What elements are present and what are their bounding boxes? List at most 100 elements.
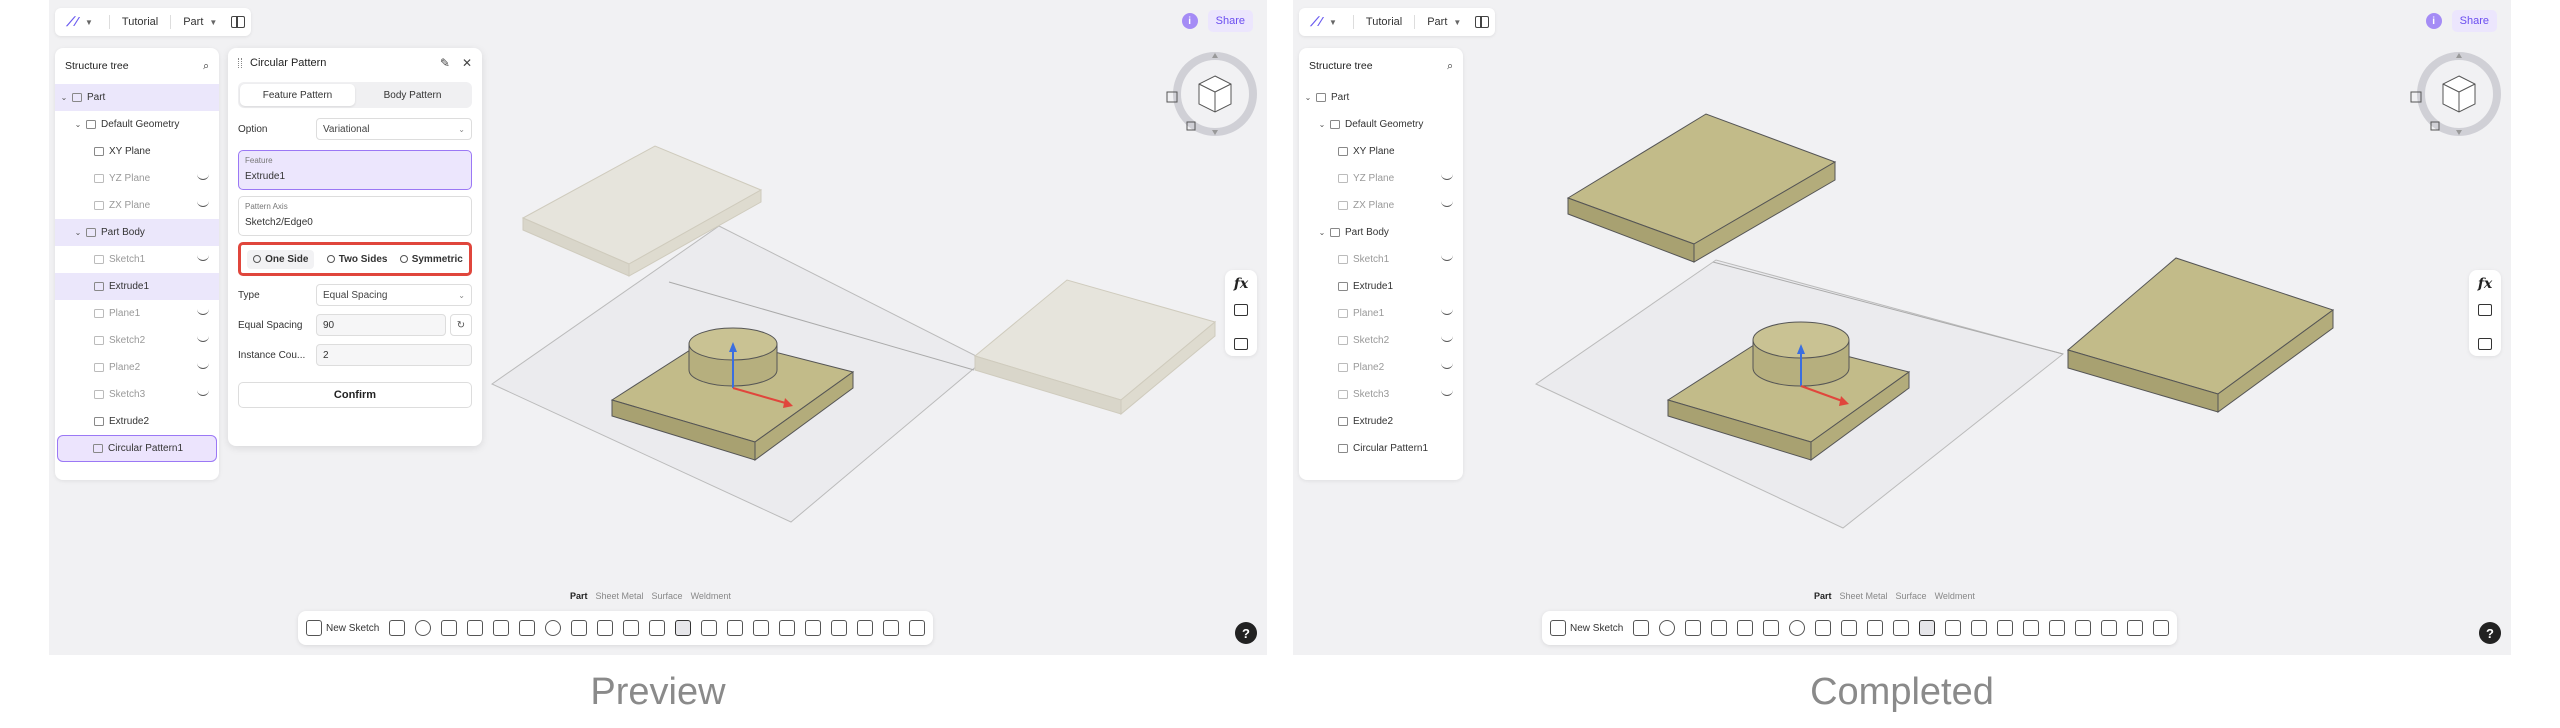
part-menu[interactable]: Part xyxy=(1427,16,1447,28)
reverse-direction-icon[interactable]: ↻ xyxy=(450,314,472,336)
chevron-down-icon[interactable]: ⌄ xyxy=(1317,120,1327,129)
render-tool-icon[interactable] xyxy=(909,620,926,636)
tree-item-plane1[interactable]: Plane1 xyxy=(1299,300,1463,327)
chevron-down-icon[interactable]: ▼ xyxy=(1329,18,1337,27)
rib-tool-icon[interactable] xyxy=(493,620,510,636)
tree-item-sketch3[interactable]: Sketch3 xyxy=(1299,381,1463,408)
circular-pattern-tool-icon[interactable] xyxy=(675,620,692,636)
linear-pattern-tool-icon[interactable] xyxy=(1945,620,1962,636)
thicken-tool-icon[interactable] xyxy=(831,620,848,636)
loft-tool-icon[interactable] xyxy=(1711,620,1728,636)
move-body-tool-icon[interactable] xyxy=(2023,620,2040,636)
tree-item-yz-plane[interactable]: YZ Plane xyxy=(1299,165,1463,192)
sidebar-toggle-icon[interactable] xyxy=(1475,16,1490,28)
hidden-eye-icon[interactable] xyxy=(1441,309,1453,315)
tree-item-part[interactable]: ⌄ Part xyxy=(1299,84,1463,111)
tree-item-zx-plane[interactable]: ZX Plane xyxy=(55,192,219,219)
hidden-eye-icon[interactable] xyxy=(197,363,209,369)
two-sides-option[interactable]: Two Sides xyxy=(326,254,387,265)
mode-tab-weldment[interactable]: Weldment xyxy=(691,591,731,601)
help-button[interactable]: ? xyxy=(1235,622,1257,644)
hidden-eye-icon[interactable] xyxy=(197,309,209,315)
tree-item-part[interactable]: ⌄ Part xyxy=(55,84,219,111)
hidden-eye-icon[interactable] xyxy=(1441,255,1453,261)
symmetric-option[interactable]: Symmetric xyxy=(399,254,463,265)
fillet-tool-icon[interactable] xyxy=(545,620,562,636)
chevron-down-icon[interactable]: ▼ xyxy=(1453,18,1461,27)
feature-field[interactable]: Feature Extrude1 xyxy=(238,150,472,190)
chevron-down-icon[interactable]: ⌄ xyxy=(59,93,69,102)
tree-item-extrude1[interactable]: Extrude1 xyxy=(1299,273,1463,300)
search-icon[interactable]: ⌕ xyxy=(1447,60,1453,73)
tree-item-xy-plane[interactable]: XY Plane xyxy=(55,138,219,165)
close-icon[interactable]: ✕ xyxy=(462,56,472,70)
view-cube[interactable] xyxy=(2409,48,2501,140)
hidden-eye-icon[interactable] xyxy=(1441,336,1453,342)
tree-item-default-geometry[interactable]: ⌄ Default Geometry xyxy=(55,111,219,138)
tree-item-part-body[interactable]: ⌄ Part Body xyxy=(55,219,219,246)
tree-item-sketch1[interactable]: Sketch1 xyxy=(55,246,219,273)
mode-tab-weldment[interactable]: Weldment xyxy=(1935,591,1975,601)
move-body-tool-icon[interactable] xyxy=(779,620,796,636)
share-button[interactable]: Share xyxy=(1207,10,1253,32)
option-select[interactable]: Variational ⌄ xyxy=(316,118,472,140)
tab-body-pattern[interactable]: Body Pattern xyxy=(355,84,470,106)
tree-item-yz-plane[interactable]: YZ Plane xyxy=(55,165,219,192)
sweep-tool-icon[interactable] xyxy=(1685,620,1702,636)
search-icon[interactable]: ⌕ xyxy=(203,60,209,73)
pin-icon[interactable]: ✎ xyxy=(440,56,450,70)
hidden-eye-icon[interactable] xyxy=(197,255,209,261)
shell-tool-icon[interactable] xyxy=(623,620,640,636)
shell-tool-icon[interactable] xyxy=(1867,620,1884,636)
tree-item-xy-plane[interactable]: XY Plane xyxy=(1299,138,1463,165)
info-icon[interactable]: i xyxy=(1181,13,1198,29)
tree-item-extrude2[interactable]: Extrude2 xyxy=(1299,408,1463,435)
spacing-input[interactable]: 90 xyxy=(316,314,446,336)
mode-tab-surface[interactable]: Surface xyxy=(652,591,683,601)
mode-tab-sheet-metal[interactable]: Sheet Metal xyxy=(1840,591,1888,601)
app-logo-icon[interactable]: ⟋∕ xyxy=(61,13,83,31)
tree-item-extrude2[interactable]: Extrude2 xyxy=(55,408,219,435)
new-sketch-button[interactable]: New Sketch xyxy=(306,620,379,636)
hidden-eye-icon[interactable] xyxy=(197,336,209,342)
tree-item-circular-pattern1[interactable]: Circular Pattern1 xyxy=(1299,435,1463,462)
mirror-tool-icon[interactable] xyxy=(1893,620,1910,636)
chevron-down-icon[interactable]: ⌄ xyxy=(1317,228,1327,237)
hidden-eye-icon[interactable] xyxy=(1441,201,1453,207)
mode-tab-sheet-metal[interactable]: Sheet Metal xyxy=(596,591,644,601)
chevron-down-icon[interactable]: ⌄ xyxy=(73,120,83,129)
linear-pattern-tool-icon[interactable] xyxy=(701,620,718,636)
count-input[interactable]: 2 xyxy=(316,344,472,366)
hole-tool-icon[interactable] xyxy=(519,620,536,636)
mode-tab-part[interactable]: Part xyxy=(1814,591,1832,601)
rib-tool-icon[interactable] xyxy=(1737,620,1754,636)
hidden-eye-icon[interactable] xyxy=(197,174,209,180)
plane-tool-icon[interactable] xyxy=(2101,620,2118,636)
chevron-down-icon[interactable]: ▼ xyxy=(85,18,93,27)
tutorial-link[interactable]: Tutorial xyxy=(122,16,158,28)
plane-tool-icon[interactable] xyxy=(857,620,874,636)
combine-tool-icon[interactable] xyxy=(1971,620,1988,636)
sweep-tool-icon[interactable] xyxy=(441,620,458,636)
tree-item-sketch3[interactable]: Sketch3 xyxy=(55,381,219,408)
confirm-button[interactable]: Confirm xyxy=(238,382,472,408)
share-button[interactable]: Share xyxy=(2451,10,2497,32)
measure-tool-icon[interactable] xyxy=(883,620,900,636)
split-tool-icon[interactable] xyxy=(753,620,770,636)
extrude-tool-icon[interactable] xyxy=(1633,620,1650,636)
hidden-eye-icon[interactable] xyxy=(1441,174,1453,180)
extrude-tool-icon[interactable] xyxy=(389,620,406,636)
circular-pattern-tool-icon[interactable] xyxy=(1919,620,1936,636)
tree-item-plane2[interactable]: Plane2 xyxy=(1299,354,1463,381)
formula-icon[interactable]: fx xyxy=(1234,276,1248,292)
chevron-down-icon[interactable]: ▼ xyxy=(209,18,217,27)
chevron-down-icon[interactable]: ⌄ xyxy=(73,228,83,237)
calculator-icon[interactable] xyxy=(2478,338,2492,350)
tree-item-sketch1[interactable]: Sketch1 xyxy=(1299,246,1463,273)
hidden-eye-icon[interactable] xyxy=(1441,363,1453,369)
scale-tool-icon[interactable] xyxy=(805,620,822,636)
split-tool-icon[interactable] xyxy=(1997,620,2014,636)
tree-item-plane2[interactable]: Plane2 xyxy=(55,354,219,381)
tree-item-sketch2[interactable]: Sketch2 xyxy=(1299,327,1463,354)
tab-feature-pattern[interactable]: Feature Pattern xyxy=(240,84,355,106)
